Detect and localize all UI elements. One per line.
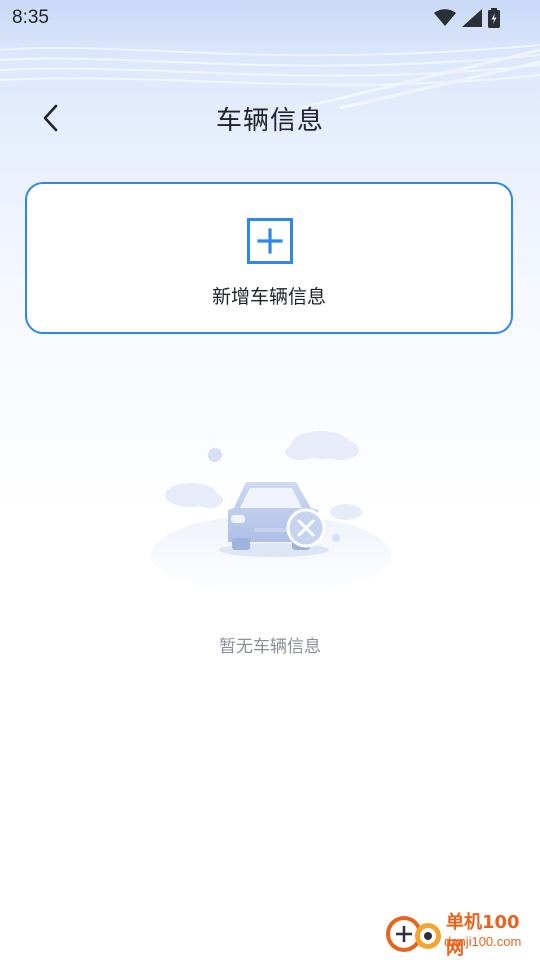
danji100-logo-icon (386, 916, 441, 952)
add-vehicle-label: 新增车辆信息 (211, 286, 326, 308)
signal-icon (462, 9, 482, 27)
watermark-url: danji100.com (444, 934, 522, 949)
status-time: 8:35 (12, 7, 49, 28)
wifi-icon (434, 9, 456, 26)
navigation-bar: 车辆信息 (0, 90, 540, 146)
watermark-logo: 单机100网 danji100.com (384, 908, 534, 959)
plus-square-icon (247, 218, 293, 264)
status-bar: 8:35 (0, 0, 540, 38)
status-icons (434, 8, 500, 28)
add-vehicle-button[interactable]: 新增车辆信息 (25, 182, 513, 334)
car-with-x-illustration (151, 431, 391, 595)
empty-state-message: 暂无车辆信息 (219, 637, 321, 657)
page-title: 车辆信息 (215, 106, 324, 136)
battery-icon (488, 8, 500, 28)
